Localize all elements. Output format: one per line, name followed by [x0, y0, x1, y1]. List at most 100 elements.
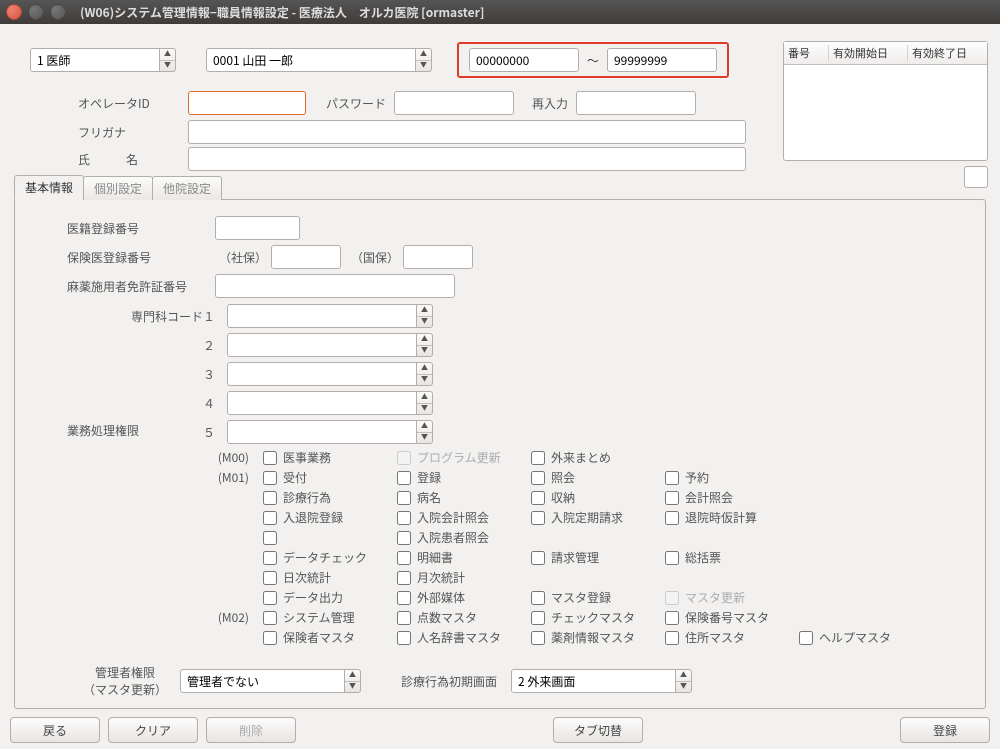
staff-type-input[interactable] — [30, 48, 160, 72]
chk-shoukai[interactable]: 照会 — [531, 469, 661, 486]
chk-hokensha[interactable]: 保険者マスタ — [263, 629, 393, 646]
ins-kokuho-input[interactable] — [403, 245, 473, 269]
chk-hoken-no[interactable]: 保険番号マスタ — [665, 609, 795, 626]
delete-button: 削除 — [206, 717, 296, 743]
spec4-combo[interactable]: ▲▼ — [227, 391, 433, 415]
chk-soukatsu[interactable]: 総括票 — [665, 549, 795, 566]
spec2-combo[interactable]: ▲▼ — [227, 333, 433, 357]
chk-nichiji[interactable]: 日次統計 — [263, 569, 393, 586]
chk-uketsuke[interactable]: 受付 — [263, 469, 393, 486]
tab-individual[interactable]: 個別設定 — [83, 176, 153, 200]
staff-name-input[interactable] — [206, 48, 416, 72]
chk-getsuji[interactable]: 月次統計 — [397, 569, 527, 586]
label-spec1: 専門科コード１ — [67, 308, 227, 325]
chk-taiin-kari[interactable]: 退院時仮計算 — [665, 509, 795, 526]
spec3-combo[interactable]: ▲▼ — [227, 362, 433, 386]
register-button[interactable]: 登録 — [900, 717, 990, 743]
col-start: 有効開始日 — [829, 45, 908, 61]
admin-input[interactable] — [180, 669, 345, 693]
window-minimize-icon[interactable] — [28, 4, 44, 20]
spin-icon[interactable]: ▲▼ — [676, 669, 692, 693]
col-no: 番号 — [784, 45, 829, 61]
validity-list[interactable]: 番号 有効開始日 有効終了日 — [783, 41, 988, 161]
valid-date-range: ～ — [457, 42, 729, 78]
label-spec4: ４ — [67, 395, 227, 412]
chk-help[interactable]: ヘルプマスタ — [799, 629, 909, 646]
med-reg-input[interactable] — [215, 216, 300, 240]
chk-nyuin-kaikei[interactable]: 入院会計照会 — [397, 509, 527, 526]
label-admin: 管理者権限 — [70, 664, 180, 681]
chk-shuunou[interactable]: 収納 — [531, 489, 661, 506]
label-name: 氏 名 — [78, 151, 188, 168]
label-furigana: フリガナ — [78, 124, 188, 141]
label-m01: (M01) — [129, 469, 259, 486]
chk-nyutaiin[interactable]: 入退院登録 — [263, 509, 393, 526]
label-perm: 業務処理権限 — [67, 422, 139, 439]
valid-date-to[interactable] — [607, 48, 717, 72]
password-input[interactable] — [394, 91, 514, 115]
spec1-combo[interactable]: ▲▼ — [227, 304, 433, 328]
chk-master-update: マスタ更新 — [665, 589, 795, 606]
spec5-combo[interactable]: ▲▼ — [227, 420, 433, 444]
operator-id-input[interactable] — [188, 91, 306, 115]
admin-combo[interactable]: ▲▼ — [180, 669, 361, 693]
titlebar: (W06)システム管理情報−職員情報設定 - 医療法人 オルカ医院 [ormas… — [0, 0, 1000, 24]
label-ins-reg: 保険医登録番号 — [67, 249, 215, 266]
spin-icon[interactable]: ▲▼ — [416, 48, 432, 72]
tab-basic[interactable]: 基本情報 — [14, 175, 84, 200]
spin-icon[interactable]: ▲▼ — [160, 48, 176, 72]
chk-ijigyomu[interactable]: 医事業務 — [263, 449, 393, 466]
back-button[interactable]: 戻る — [10, 717, 100, 743]
chk-jusho[interactable]: 住所マスタ — [665, 629, 795, 646]
window-maximize-icon[interactable] — [50, 4, 66, 20]
chk-jinmei[interactable]: 人名辞書マスタ — [397, 629, 527, 646]
chk-sys-kanri[interactable]: システム管理 — [263, 609, 393, 626]
chk-gairai[interactable]: 外来まとめ — [531, 449, 661, 466]
label-reenter: 再入力 — [532, 95, 568, 112]
chk-tensu[interactable]: 点数マスタ — [397, 609, 527, 626]
valid-date-from[interactable] — [469, 48, 579, 72]
clear-button[interactable]: クリア — [108, 717, 198, 743]
tabbar: 基本情報 個別設定 他院設定 — [14, 177, 986, 200]
spin-icon[interactable]: ▲▼ — [345, 669, 361, 693]
staff-name-combo[interactable]: ▲▼ — [206, 48, 432, 72]
chk-seikyu[interactable]: 請求管理 — [531, 549, 661, 566]
window-title: (W06)システム管理情報−職員情報設定 - 医療法人 オルカ医院 [ormas… — [80, 4, 484, 21]
tab-other[interactable]: 他院設定 — [152, 176, 222, 200]
chk-nyuin-teiki[interactable]: 入院定期請求 — [531, 509, 661, 526]
label-password: パスワード — [326, 95, 386, 112]
tab-switch-button[interactable]: タブ切替 — [553, 717, 643, 743]
chk-byoumei[interactable]: 病名 — [397, 489, 527, 506]
chk-master-reg[interactable]: マスタ登録 — [531, 589, 661, 606]
chk-prog-update: プログラム更新 — [397, 449, 527, 466]
label-operator-id: オペレータID — [78, 95, 188, 112]
chk-yoyaku[interactable]: 予約 — [665, 469, 795, 486]
name-input[interactable] — [188, 147, 746, 171]
chk-kaikei-shoukai[interactable]: 会計照会 — [665, 489, 795, 506]
password-reenter-input[interactable] — [576, 91, 696, 115]
label-kokuho: （国保） — [351, 249, 399, 266]
ins-shaho-input[interactable] — [271, 245, 341, 269]
chk-data-out[interactable]: データ出力 — [263, 589, 393, 606]
chk-check-master[interactable]: チェックマスタ — [531, 609, 661, 626]
chk-gaibu[interactable]: 外部媒体 — [397, 589, 527, 606]
chk-yakuzai[interactable]: 薬剤情報マスタ — [531, 629, 661, 646]
window-close-icon[interactable] — [6, 4, 22, 20]
init-screen-input[interactable] — [511, 669, 676, 693]
label-narcotic: 麻薬施用者免許証番号 — [67, 278, 215, 295]
tilde: ～ — [587, 52, 599, 69]
staff-type-combo[interactable]: ▲▼ — [30, 48, 176, 72]
chk-shinryo[interactable]: 診療行為 — [263, 489, 393, 506]
chk-data-check[interactable]: データチェック — [263, 549, 393, 566]
furigana-input[interactable] — [188, 120, 746, 144]
narcotic-input[interactable] — [215, 274, 455, 298]
label-m02: (M02) — [129, 609, 259, 626]
col-end: 有効終了日 — [908, 45, 987, 61]
tab-panel-basic: 医籍登録番号 保険医登録番号 （社保） （国保） 麻薬施用者免許証番号 専門科コ… — [14, 199, 986, 709]
chk-meisai[interactable]: 明細書 — [397, 549, 527, 566]
init-screen-combo[interactable]: ▲▼ — [511, 669, 692, 693]
label-init-screen: 診療行為初期画面 — [401, 673, 497, 690]
chk-touroku[interactable]: 登録 — [397, 469, 527, 486]
chk-nyuin-kanja[interactable]: 入院患者照会 — [397, 529, 527, 546]
chk-blank[interactable] — [263, 531, 393, 545]
